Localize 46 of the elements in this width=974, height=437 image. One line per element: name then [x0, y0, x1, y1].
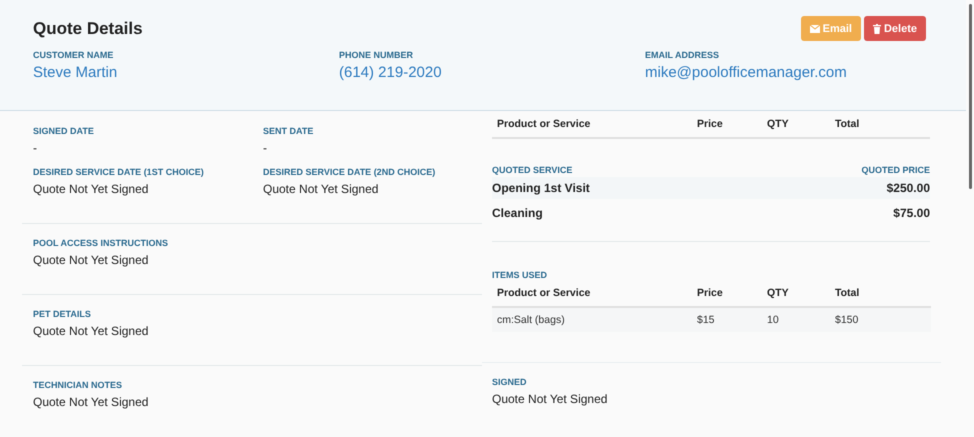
column-header: Total	[835, 118, 860, 130]
field-value: Steve Martin	[33, 64, 118, 81]
service-price: $75.00	[893, 206, 930, 220]
column-header: Product or Service	[497, 118, 592, 130]
scrollbar-thumb[interactable]	[968, 4, 972, 189]
column-header: QTY	[767, 118, 790, 130]
service-name: Cleaning	[492, 206, 543, 220]
field-label: SIGNED DATE	[33, 126, 95, 136]
column-header: Product or Service	[497, 287, 592, 299]
field-label: PHONE NUMBER	[339, 50, 414, 60]
field-value: -	[33, 141, 38, 155]
table-cell-text: 10	[767, 314, 780, 326]
column-header: Price	[697, 118, 724, 130]
section-value: Quote Not Yet Signed	[33, 253, 150, 267]
field-label: CUSTOMER NAME	[33, 50, 114, 60]
field-value: mike@poolofficemanager.com	[645, 64, 848, 81]
field-value: Quote Not Yet Signed	[33, 182, 150, 196]
column-header: QTY	[767, 287, 790, 299]
section-label: ITEMS USED	[492, 270, 548, 280]
table-cell-text: cm:Salt (bags)	[497, 314, 566, 326]
column-label: QUOTED SERVICE	[492, 165, 572, 175]
field-label: DESIRED SERVICE DATE (2ND CHOICE)	[263, 167, 436, 177]
service-price: $250.00	[886, 181, 930, 195]
section-value: Quote Not Yet Signed	[492, 392, 608, 406]
delete-button[interactable]: Delete	[864, 16, 926, 41]
table-cell-text: $150	[835, 314, 860, 326]
field-label: DESIRED SERVICE DATE (1ST CHOICE)	[33, 167, 205, 177]
section-value: Quote Not Yet Signed	[33, 324, 150, 338]
page-title: Quote Details	[33, 18, 143, 38]
column-header: Total	[835, 287, 860, 299]
envelope-icon	[810, 24, 820, 32]
field-value: Quote Not Yet Signed	[263, 182, 380, 196]
section-label: POOL ACCESS INSTRUCTIONS	[33, 238, 170, 248]
section-value: Quote Not Yet Signed	[33, 395, 150, 409]
column-header: Price	[697, 287, 724, 299]
field-label: SENT DATE	[263, 126, 314, 136]
field-value: -	[263, 141, 268, 155]
service-name: Opening 1st Visit	[492, 181, 590, 195]
trash-icon	[872, 24, 881, 34]
column-label: QUOTED PRICE	[861, 165, 930, 175]
table-cell-text: $15	[697, 314, 716, 326]
field-label: EMAIL ADDRESS	[645, 50, 720, 60]
section-label: SIGNED	[492, 377, 528, 387]
section-label: PET DETAILS	[33, 309, 92, 319]
field-value: (614) 219-2020	[339, 64, 443, 81]
section-label: TECHNICIAN NOTES	[33, 380, 124, 390]
